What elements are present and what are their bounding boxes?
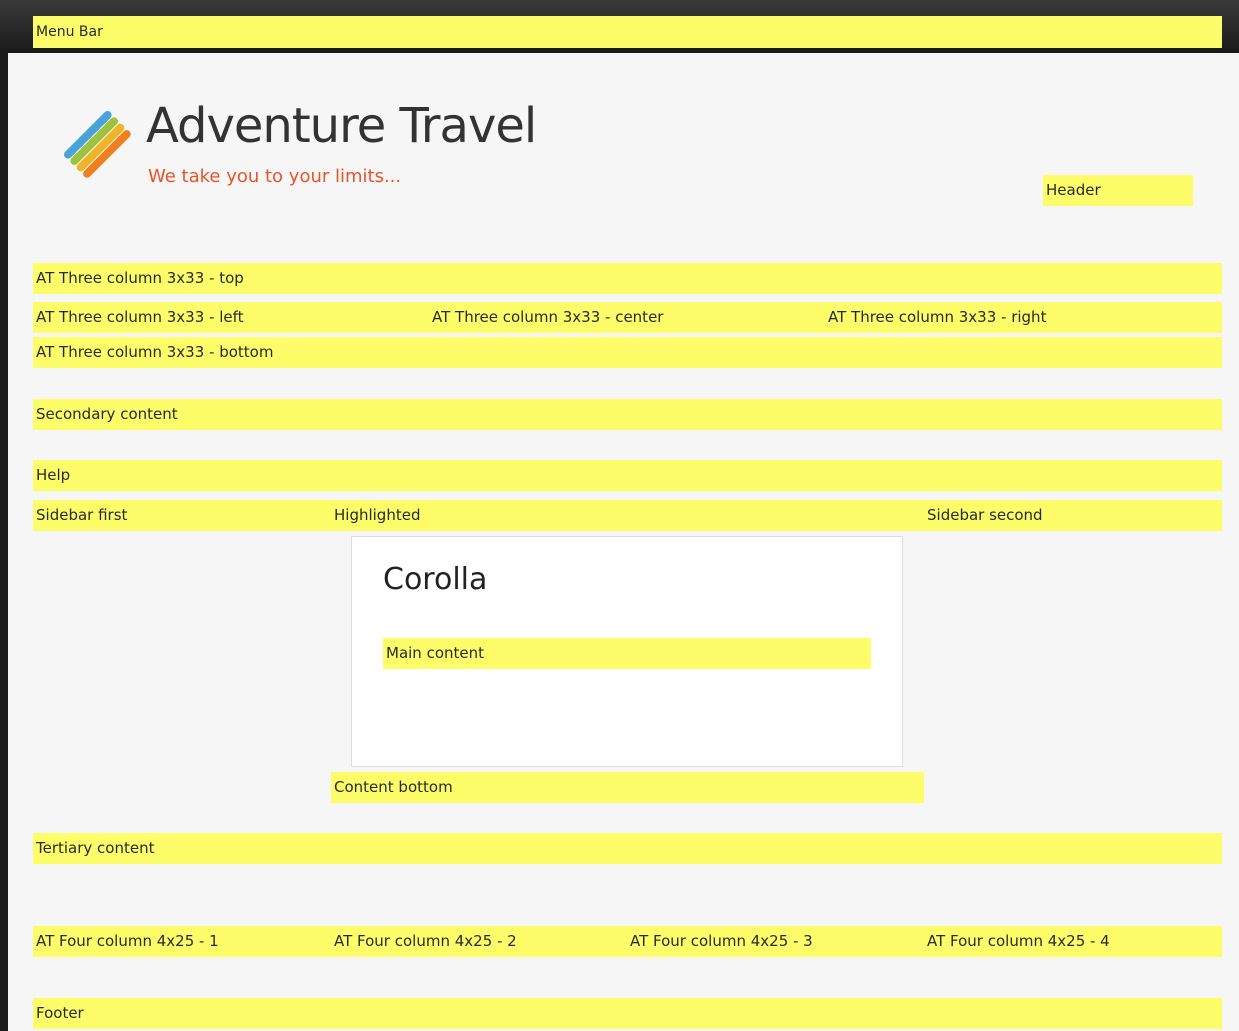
sidebar-second-region: Sidebar second (927, 506, 1043, 524)
menu-bar-region[interactable]: Menu Bar (33, 16, 1222, 48)
three-column-bottom-region: AT Three column 3x33 - bottom (33, 337, 1222, 368)
four-column-2-region: AT Four column 4x25 - 2 (334, 932, 517, 950)
content-bottom-region: Content bottom (331, 772, 924, 803)
help-region: Help (33, 460, 1222, 491)
four-column-3-region: AT Four column 4x25 - 3 (630, 932, 813, 950)
highlighted-region: Highlighted (334, 506, 421, 524)
tertiary-content-region: Tertiary content (33, 833, 1222, 864)
site-name[interactable]: Adventure Travel (146, 94, 537, 158)
footer-region: Footer (33, 998, 1222, 1029)
sidebar-first-region: Sidebar first (36, 506, 128, 524)
secondary-content-region: Secondary content (33, 399, 1222, 430)
site-slogan: We take you to your limits... (148, 166, 402, 187)
four-column-1-region: AT Four column 4x25 - 1 (36, 932, 219, 950)
three-column-top-region: AT Three column 3x33 - top (33, 263, 1222, 294)
three-column-center-region: AT Three column 3x33 - center (432, 308, 664, 326)
page-title: Corolla (383, 562, 488, 597)
main-content-region: Main content (383, 638, 871, 669)
adventure-travel-logo-icon[interactable] (58, 105, 136, 183)
header-region: Header (1043, 175, 1193, 206)
three-column-left-region: AT Three column 3x33 - left (36, 308, 244, 326)
three-column-right-region: AT Three column 3x33 - right (828, 308, 1047, 326)
four-column-4-region: AT Four column 4x25 - 4 (927, 932, 1110, 950)
